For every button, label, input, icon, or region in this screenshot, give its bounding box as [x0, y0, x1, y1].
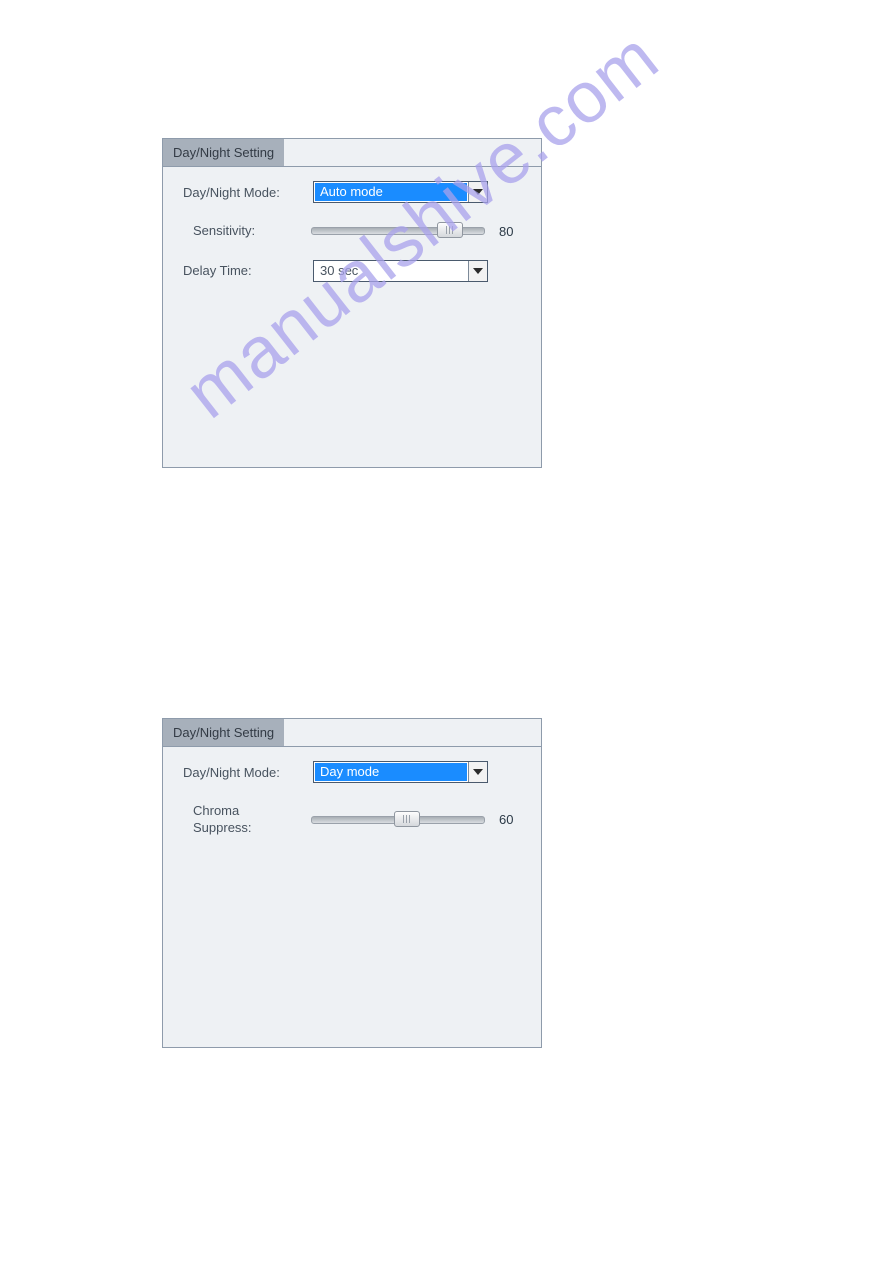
chroma-slider[interactable] [311, 816, 485, 824]
mode-label: Day/Night Mode: [179, 185, 313, 200]
sensitivity-slider-wrap: 80 [311, 224, 525, 239]
panel-tab: Day/Night Setting [162, 718, 285, 746]
mode-select-value: Auto mode [315, 183, 467, 201]
delay-select-value: 30 sec [314, 261, 468, 281]
sensitivity-value: 80 [499, 224, 525, 239]
chroma-label: ChromaSuppress: [179, 803, 311, 837]
delay-label: Delay Time: [179, 263, 313, 278]
chevron-down-icon[interactable] [468, 261, 487, 281]
day-night-setting-panel-auto: Day/Night Setting Day/Night Mode: Auto m… [162, 138, 542, 468]
row-delay-time: Delay Time: 30 sec [179, 260, 525, 282]
row-sensitivity: Sensitivity: 80 [179, 223, 525, 240]
slider-thumb[interactable] [437, 222, 463, 238]
chroma-slider-wrap: 60 [311, 812, 525, 827]
row-chroma-suppress: ChromaSuppress: 60 [179, 803, 525, 837]
delay-select[interactable]: 30 sec [313, 260, 488, 282]
chevron-down-icon[interactable] [468, 762, 487, 782]
chevron-down-icon[interactable] [468, 182, 487, 202]
sensitivity-slider[interactable] [311, 227, 485, 235]
mode-label: Day/Night Mode: [179, 765, 313, 780]
mode-select-value: Day mode [315, 763, 467, 781]
panel-tab: Day/Night Setting [162, 138, 285, 166]
row-mode: Day/Night Mode: Auto mode [179, 181, 525, 203]
slider-thumb[interactable] [394, 811, 420, 827]
panel-content: Day/Night Mode: Day mode ChromaSuppress:… [163, 746, 541, 1047]
day-night-setting-panel-day: Day/Night Setting Day/Night Mode: Day mo… [162, 718, 542, 1048]
chroma-value: 60 [499, 812, 525, 827]
sensitivity-label: Sensitivity: [179, 223, 311, 240]
panel-content: Day/Night Mode: Auto mode Sensitivity: 8… [163, 166, 541, 467]
mode-select[interactable]: Day mode [313, 761, 488, 783]
row-mode: Day/Night Mode: Day mode [179, 761, 525, 783]
mode-select[interactable]: Auto mode [313, 181, 488, 203]
